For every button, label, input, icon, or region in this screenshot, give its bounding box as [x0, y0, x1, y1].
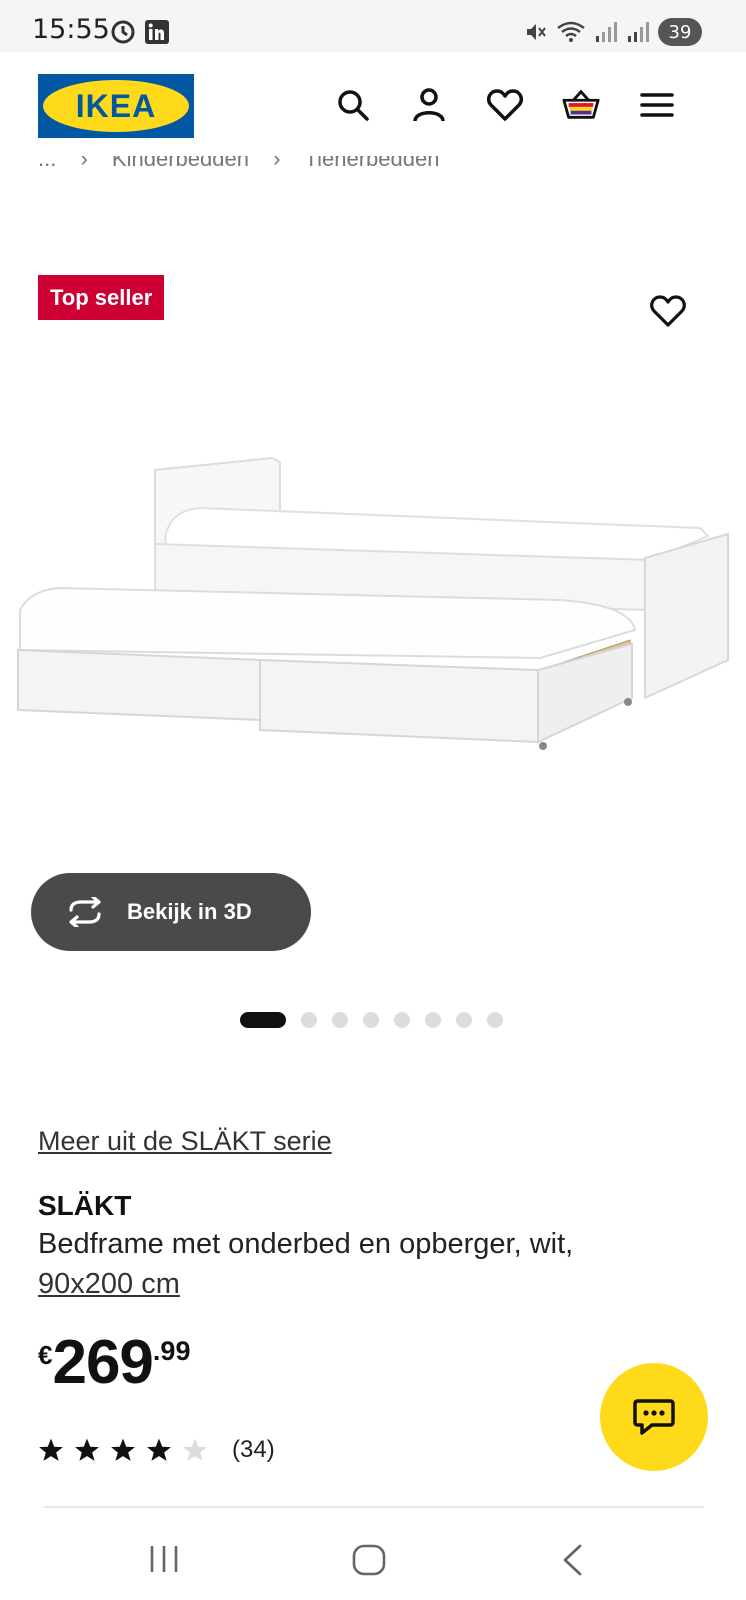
carousel-dot[interactable]	[425, 1012, 441, 1028]
breadcrumb-item[interactable]: Kinderbedden	[112, 156, 249, 172]
product-image[interactable]	[0, 440, 746, 780]
carousel-dot[interactable]	[487, 1012, 503, 1028]
product-size-link[interactable]: 90x200 cm	[38, 1268, 180, 1301]
carousel-indicator	[240, 1012, 503, 1028]
view-in-3d-button[interactable]: Bekijk in 3D	[31, 873, 311, 951]
view-in-3d-label: Bekijk in 3D	[127, 899, 252, 924]
basket-icon[interactable]	[562, 86, 600, 124]
top-seller-badge: Top seller	[38, 275, 165, 320]
carousel-dot[interactable]	[394, 1012, 410, 1028]
star-filled-icon	[39, 1438, 63, 1461]
divider	[44, 1506, 704, 1508]
star-filled-icon	[111, 1438, 135, 1461]
mute-icon	[527, 24, 546, 40]
carousel-dot[interactable]	[456, 1012, 472, 1028]
chat-button[interactable]	[600, 1363, 708, 1471]
carousel-dot[interactable]	[363, 1012, 379, 1028]
carousel-dot[interactable]	[240, 1012, 286, 1028]
chat-icon	[633, 1399, 675, 1435]
carousel-dot[interactable]	[332, 1012, 348, 1028]
home-button[interactable]	[352, 1544, 386, 1576]
ikea-logo[interactable]: IKEA	[38, 74, 194, 138]
signal-icon	[596, 22, 617, 42]
star-empty-icon	[183, 1438, 207, 1461]
heart-icon[interactable]	[486, 86, 524, 124]
menu-icon[interactable]	[638, 86, 676, 124]
price-decimal: .99	[152, 1336, 191, 1366]
recents-button[interactable]	[148, 1544, 180, 1574]
price-integer: 269	[52, 1328, 153, 1397]
product-price: € 269 .99	[38, 1332, 190, 1394]
account-icon[interactable]	[410, 86, 448, 124]
carousel-dot[interactable]	[301, 1012, 317, 1028]
breadcrumb: ... › Kinderbedden › Tienerbedden	[38, 156, 457, 180]
linkedin-icon	[145, 20, 169, 44]
favorite-heart-icon[interactable]	[650, 295, 686, 332]
search-icon[interactable]	[334, 86, 372, 124]
signal-icon	[628, 22, 649, 42]
status-bar: 15:55 39	[0, 0, 746, 52]
star-filled-icon	[75, 1438, 99, 1461]
product-description: Bedframe met onderbed en opberger, wit,	[38, 1228, 574, 1260]
product-name: SLÄKT	[38, 1190, 132, 1221]
system-navigation-bar	[0, 1510, 746, 1600]
sync-icon	[111, 20, 135, 44]
rotate-3d-icon	[69, 897, 101, 927]
price-currency: €	[38, 1340, 53, 1370]
status-time: 15:55	[32, 14, 110, 45]
wifi-icon	[557, 21, 585, 42]
logo-text: IKEA	[75, 87, 157, 124]
rating-count: (34)	[232, 1436, 275, 1463]
product-rating[interactable]: (34)	[38, 1436, 275, 1464]
battery-indicator: 39	[658, 18, 702, 46]
breadcrumb-item[interactable]: ...	[38, 156, 56, 172]
breadcrumb-item[interactable]: Tienerbedden	[305, 156, 440, 172]
series-link[interactable]: Meer uit de SLÄKT serie	[38, 1126, 332, 1157]
back-button[interactable]	[560, 1544, 584, 1576]
star-filled-icon	[147, 1438, 171, 1461]
site-header: IKEA	[0, 52, 746, 172]
